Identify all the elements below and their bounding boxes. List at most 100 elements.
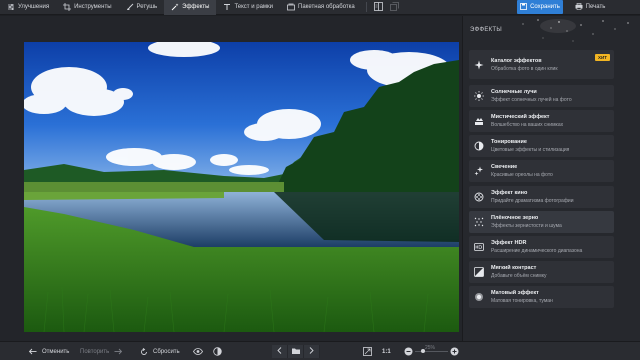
undo-button[interactable]: Отменить — [27, 342, 69, 360]
effect-toning[interactable]: Тонирование Цветовые эффекты и стилизаци… — [469, 135, 614, 157]
tab-label: Пакетная обработка — [298, 4, 355, 10]
effect-film[interactable]: Эффект кино Придайте драматизма фотограф… — [469, 186, 614, 208]
fit-screen-icon — [361, 346, 373, 358]
compare-button[interactable] — [371, 0, 387, 15]
chevron-left-icon — [277, 347, 282, 356]
open-folder-button[interactable] — [288, 345, 304, 358]
undo-label: Отменить — [42, 348, 70, 355]
card-subtitle: Волшебство на ваших снимках — [491, 122, 564, 128]
hit-badge: ХИТ — [595, 54, 610, 61]
contrast-icon — [473, 266, 485, 278]
history-icon — [390, 1, 400, 13]
sliders-icon — [7, 3, 15, 11]
tab-tools[interactable]: Инструменты — [56, 0, 118, 15]
effect-catalog-card[interactable]: Каталог эффектов Обработка фото в один к… — [469, 50, 614, 79]
tab-effects[interactable]: Эффекты — [164, 0, 217, 15]
card-title: Солнечные лучи — [491, 89, 537, 95]
panel-header: ЭФФЕКТЫ — [463, 16, 640, 46]
print-label: Печать — [585, 4, 606, 10]
effect-matte[interactable]: Матовый эффект Матовая тонировка, туман — [469, 286, 614, 308]
effect-glow[interactable]: Свечение Красивые ореолы на фото — [469, 160, 614, 182]
image-canvas[interactable] — [0, 16, 462, 341]
crop-icon — [63, 3, 72, 11]
magic-wand-icon — [171, 3, 179, 11]
save-label: Сохранить — [530, 4, 560, 10]
save-button[interactable]: Сохранить — [517, 0, 563, 14]
effects-list: Каталог эффектов Обработка фото в один к… — [469, 50, 636, 311]
minus-circle-icon — [402, 346, 414, 358]
preview-toggle[interactable] — [192, 342, 204, 360]
effect-hdr[interactable]: Эффект HDR Расширение динамического диап… — [469, 236, 614, 258]
tab-enhancements[interactable]: Улучшения — [0, 0, 56, 15]
zoom-in-button[interactable] — [448, 342, 460, 360]
effects-panel: ЭФФЕКТЫ Каталог эффектов Обработка фото … — [462, 16, 640, 341]
redo-label: Повторить — [80, 348, 110, 355]
card-subtitle: Добавьте объём снимку — [491, 273, 547, 279]
effect-mystic[interactable]: Мистический эффект Волшебство на ваших с… — [469, 110, 614, 132]
grain-icon — [473, 216, 485, 228]
history-button[interactable] — [387, 0, 403, 15]
card-title: Эффект кино — [491, 190, 528, 196]
tab-label: Ретушь — [136, 4, 158, 10]
compare-icon — [374, 1, 384, 13]
hdr-icon — [473, 241, 485, 253]
zoom-value-text: 25% — [425, 344, 436, 351]
card-subtitle: Матовая тонировка, туман — [491, 298, 553, 304]
effect-soft-contrast[interactable]: Мягкий контраст Добавьте объём снимку — [469, 261, 614, 283]
zoom-out-button[interactable] — [402, 342, 414, 360]
matte-icon — [473, 291, 485, 303]
reset-icon — [138, 346, 150, 358]
tab-label: Текст и рамки — [234, 4, 274, 10]
eye-icon — [192, 346, 204, 358]
text-icon — [223, 3, 231, 11]
card-subtitle: Обработка фото в один клик — [491, 65, 558, 72]
card-title: Эффект HDR — [491, 240, 527, 246]
save-icon — [520, 2, 527, 12]
actual-size-button[interactable]: 1:1 — [382, 342, 391, 360]
photo-preview[interactable] — [24, 42, 459, 332]
file-navigation — [272, 345, 320, 358]
printer-icon — [575, 2, 583, 12]
prev-file-button[interactable] — [272, 345, 288, 358]
tab-text-frames[interactable]: Текст и рамки — [216, 0, 280, 15]
print-button[interactable]: Печать — [567, 0, 613, 14]
card-title: Плёночное зерно — [491, 215, 539, 221]
card-title: Матовый эффект — [491, 290, 539, 296]
film-icon — [473, 191, 485, 203]
tab-label: Инструменты — [74, 4, 112, 10]
plus-circle-icon — [448, 346, 460, 358]
folder-icon — [291, 348, 300, 356]
chevron-right-icon — [309, 347, 314, 356]
ratio-label: 1:1 — [382, 348, 391, 355]
undo-icon — [27, 346, 39, 358]
card-subtitle: Эффект солнечных лучей на фото — [491, 97, 572, 103]
redo-button[interactable]: Повторить — [80, 342, 124, 360]
card-title: Каталог эффектов — [491, 57, 542, 64]
reset-label: Сбросить — [153, 348, 180, 355]
sparkle-icon — [473, 59, 485, 71]
tab-label: Эффекты — [182, 4, 210, 10]
card-title: Тонирование — [491, 139, 527, 145]
redo-icon — [112, 346, 124, 358]
batch-icon — [287, 3, 295, 11]
card-subtitle: Придайте драматизма фотографии — [491, 198, 574, 204]
landscape-image — [24, 42, 459, 332]
card-title: Мистический эффект — [491, 114, 550, 120]
card-subtitle: Расширение динамического диапазона — [491, 248, 583, 254]
fit-screen-button[interactable] — [361, 342, 373, 360]
bottom-toolbar: Отменить Повторить Сбросить 1:1 25% — [0, 341, 640, 360]
panel-title: ЭФФЕКТЫ — [470, 27, 503, 33]
reset-button[interactable]: Сбросить — [138, 342, 180, 360]
split-view-icon — [211, 346, 223, 358]
compare-split-button[interactable] — [211, 342, 223, 360]
sun-icon — [473, 90, 485, 102]
card-subtitle: Цветовые эффекты и стилизация — [491, 147, 570, 153]
effect-film-grain[interactable]: Плёночное зерно Эффекты зернистости и шу… — [469, 211, 614, 233]
brush-icon — [126, 3, 134, 11]
tab-retouch[interactable]: Ретушь — [119, 0, 165, 15]
effect-sun-rays[interactable]: Солнечные лучи Эффект солнечных лучей на… — [469, 85, 614, 107]
tab-batch[interactable]: Пакетная обработка — [280, 0, 362, 15]
toolbar-divider — [365, 2, 367, 12]
next-file-button[interactable] — [304, 345, 320, 358]
card-subtitle: Красивые ореолы на фото — [491, 172, 553, 178]
